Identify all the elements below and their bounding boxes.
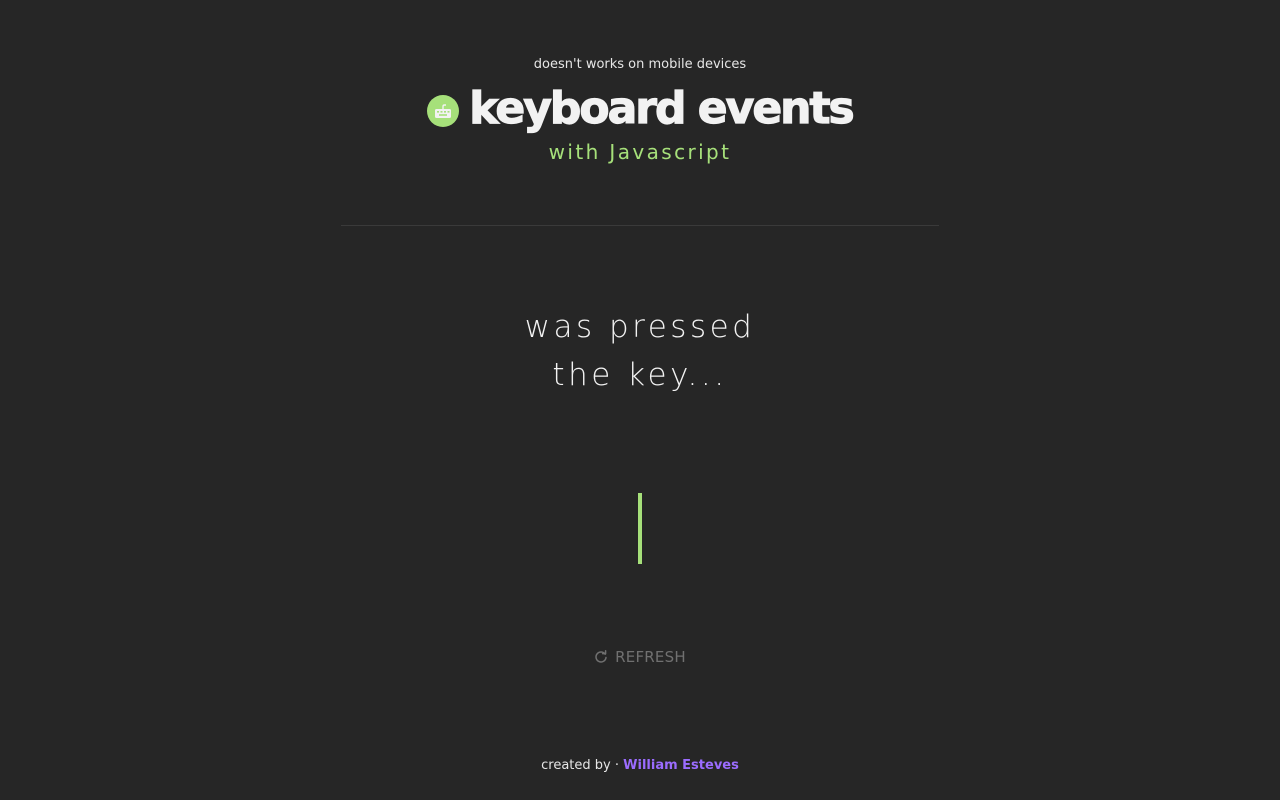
mobile-notice: doesn't works on mobile devices xyxy=(533,57,747,72)
refresh-button[interactable]: REFRESH xyxy=(0,648,1280,666)
divider xyxy=(341,225,939,226)
created-by-label: created by · xyxy=(541,758,620,773)
author-link[interactable]: William Esteves xyxy=(623,758,739,773)
pressed-text-line-1: was pressed xyxy=(524,309,756,345)
refresh-label: REFRESH xyxy=(615,648,686,666)
page-title: keyboard events xyxy=(469,82,856,134)
pressed-text-line-2: the key... xyxy=(552,357,728,393)
refresh-icon xyxy=(594,650,608,664)
page-subtitle: with Javascript xyxy=(548,140,732,164)
key-display-caret xyxy=(638,493,642,564)
keyboard-icon xyxy=(427,95,460,127)
page-header: keyboard events xyxy=(0,80,1280,138)
footer: created by · William Esteves xyxy=(0,758,1280,773)
